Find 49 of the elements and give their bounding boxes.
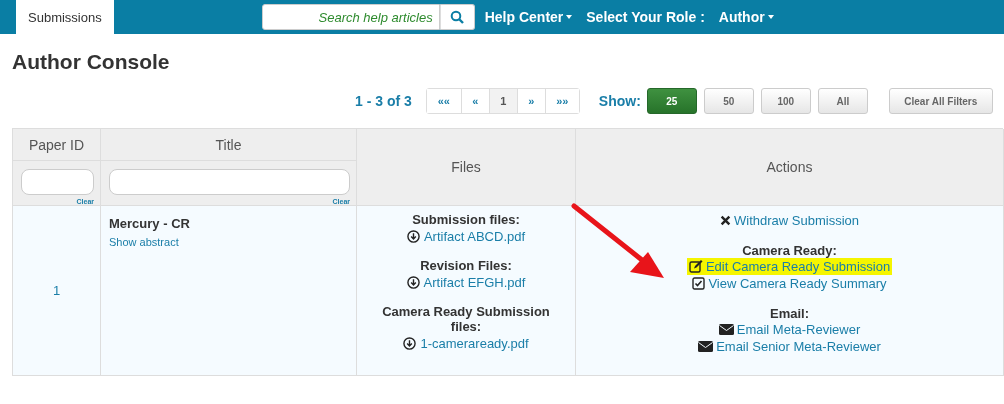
files-heading: Camera Ready Submission files: <box>381 304 551 334</box>
page-link[interactable]: »» <box>544 89 579 113</box>
page-link[interactable]: 1 <box>488 89 517 113</box>
action-link[interactable]: Withdraw Submission <box>718 212 861 229</box>
actions-heading: Camera Ready: <box>742 243 837 258</box>
download-icon <box>406 276 420 289</box>
files-heading: Revision Files: <box>420 258 512 273</box>
filter-field[interactable] <box>21 169 94 195</box>
page-title: Author Console <box>12 50 171 74</box>
column-title: Actions <box>766 159 813 175</box>
checkbox-icon <box>692 277 706 290</box>
download-icon <box>406 230 420 243</box>
paper-title: Mercury - CR <box>109 216 191 231</box>
file-link[interactable]: Artifact ABCD.pdf <box>406 229 526 244</box>
search-icon <box>450 10 465 24</box>
download-icon <box>403 337 417 350</box>
search-button[interactable] <box>439 4 475 30</box>
dropdown-menu[interactable]: Author <box>718 9 774 25</box>
action-link[interactable]: Edit Camera Ready Submission <box>686 258 893 275</box>
column-title: Paper ID <box>28 136 85 153</box>
paper-id-link[interactable]: 1 <box>52 283 61 298</box>
edit-icon <box>688 260 703 273</box>
submissions-tab[interactable]: Submissions <box>16 0 114 34</box>
page-size-button[interactable]: 100 <box>760 88 811 114</box>
page-size-button[interactable]: 50 <box>703 88 754 114</box>
caret-icon <box>767 15 774 19</box>
envelope-icon <box>698 341 714 352</box>
page-size-button[interactable]: 25 <box>646 88 697 114</box>
files-heading: Submission files: <box>412 212 520 227</box>
file-link[interactable]: Artifact EFGH.pdf <box>406 275 526 290</box>
clear-filters-button[interactable]: Clear All Filters <box>888 88 993 114</box>
action-link[interactable]: Email Meta-Reviewer <box>716 321 863 338</box>
actions-heading: Email: <box>770 306 809 321</box>
dropdown-menu[interactable]: Help Center <box>484 9 573 25</box>
action-link[interactable]: View Camera Ready Summary <box>690 275 889 292</box>
action-link[interactable]: Email Senior Meta-Reviewer <box>696 338 883 355</box>
show-abstract-link[interactable]: Show abstract <box>109 236 348 248</box>
show-label: Show: <box>598 93 641 109</box>
envelope-icon <box>718 324 734 335</box>
page-size-button[interactable]: All <box>817 88 868 114</box>
pagination-summary: 1 - 3 of 3 <box>355 93 412 109</box>
column-title: Title <box>215 136 242 153</box>
caret-icon <box>566 15 573 19</box>
column-title: Files <box>451 159 481 175</box>
close-icon <box>720 215 731 226</box>
search-field[interactable]: Search help articles <box>261 4 440 30</box>
role-menu-label[interactable]: Select Your Role : <box>586 9 705 25</box>
filter-field[interactable] <box>109 169 350 195</box>
file-link[interactable]: 1-cameraready.pdf <box>403 336 529 351</box>
